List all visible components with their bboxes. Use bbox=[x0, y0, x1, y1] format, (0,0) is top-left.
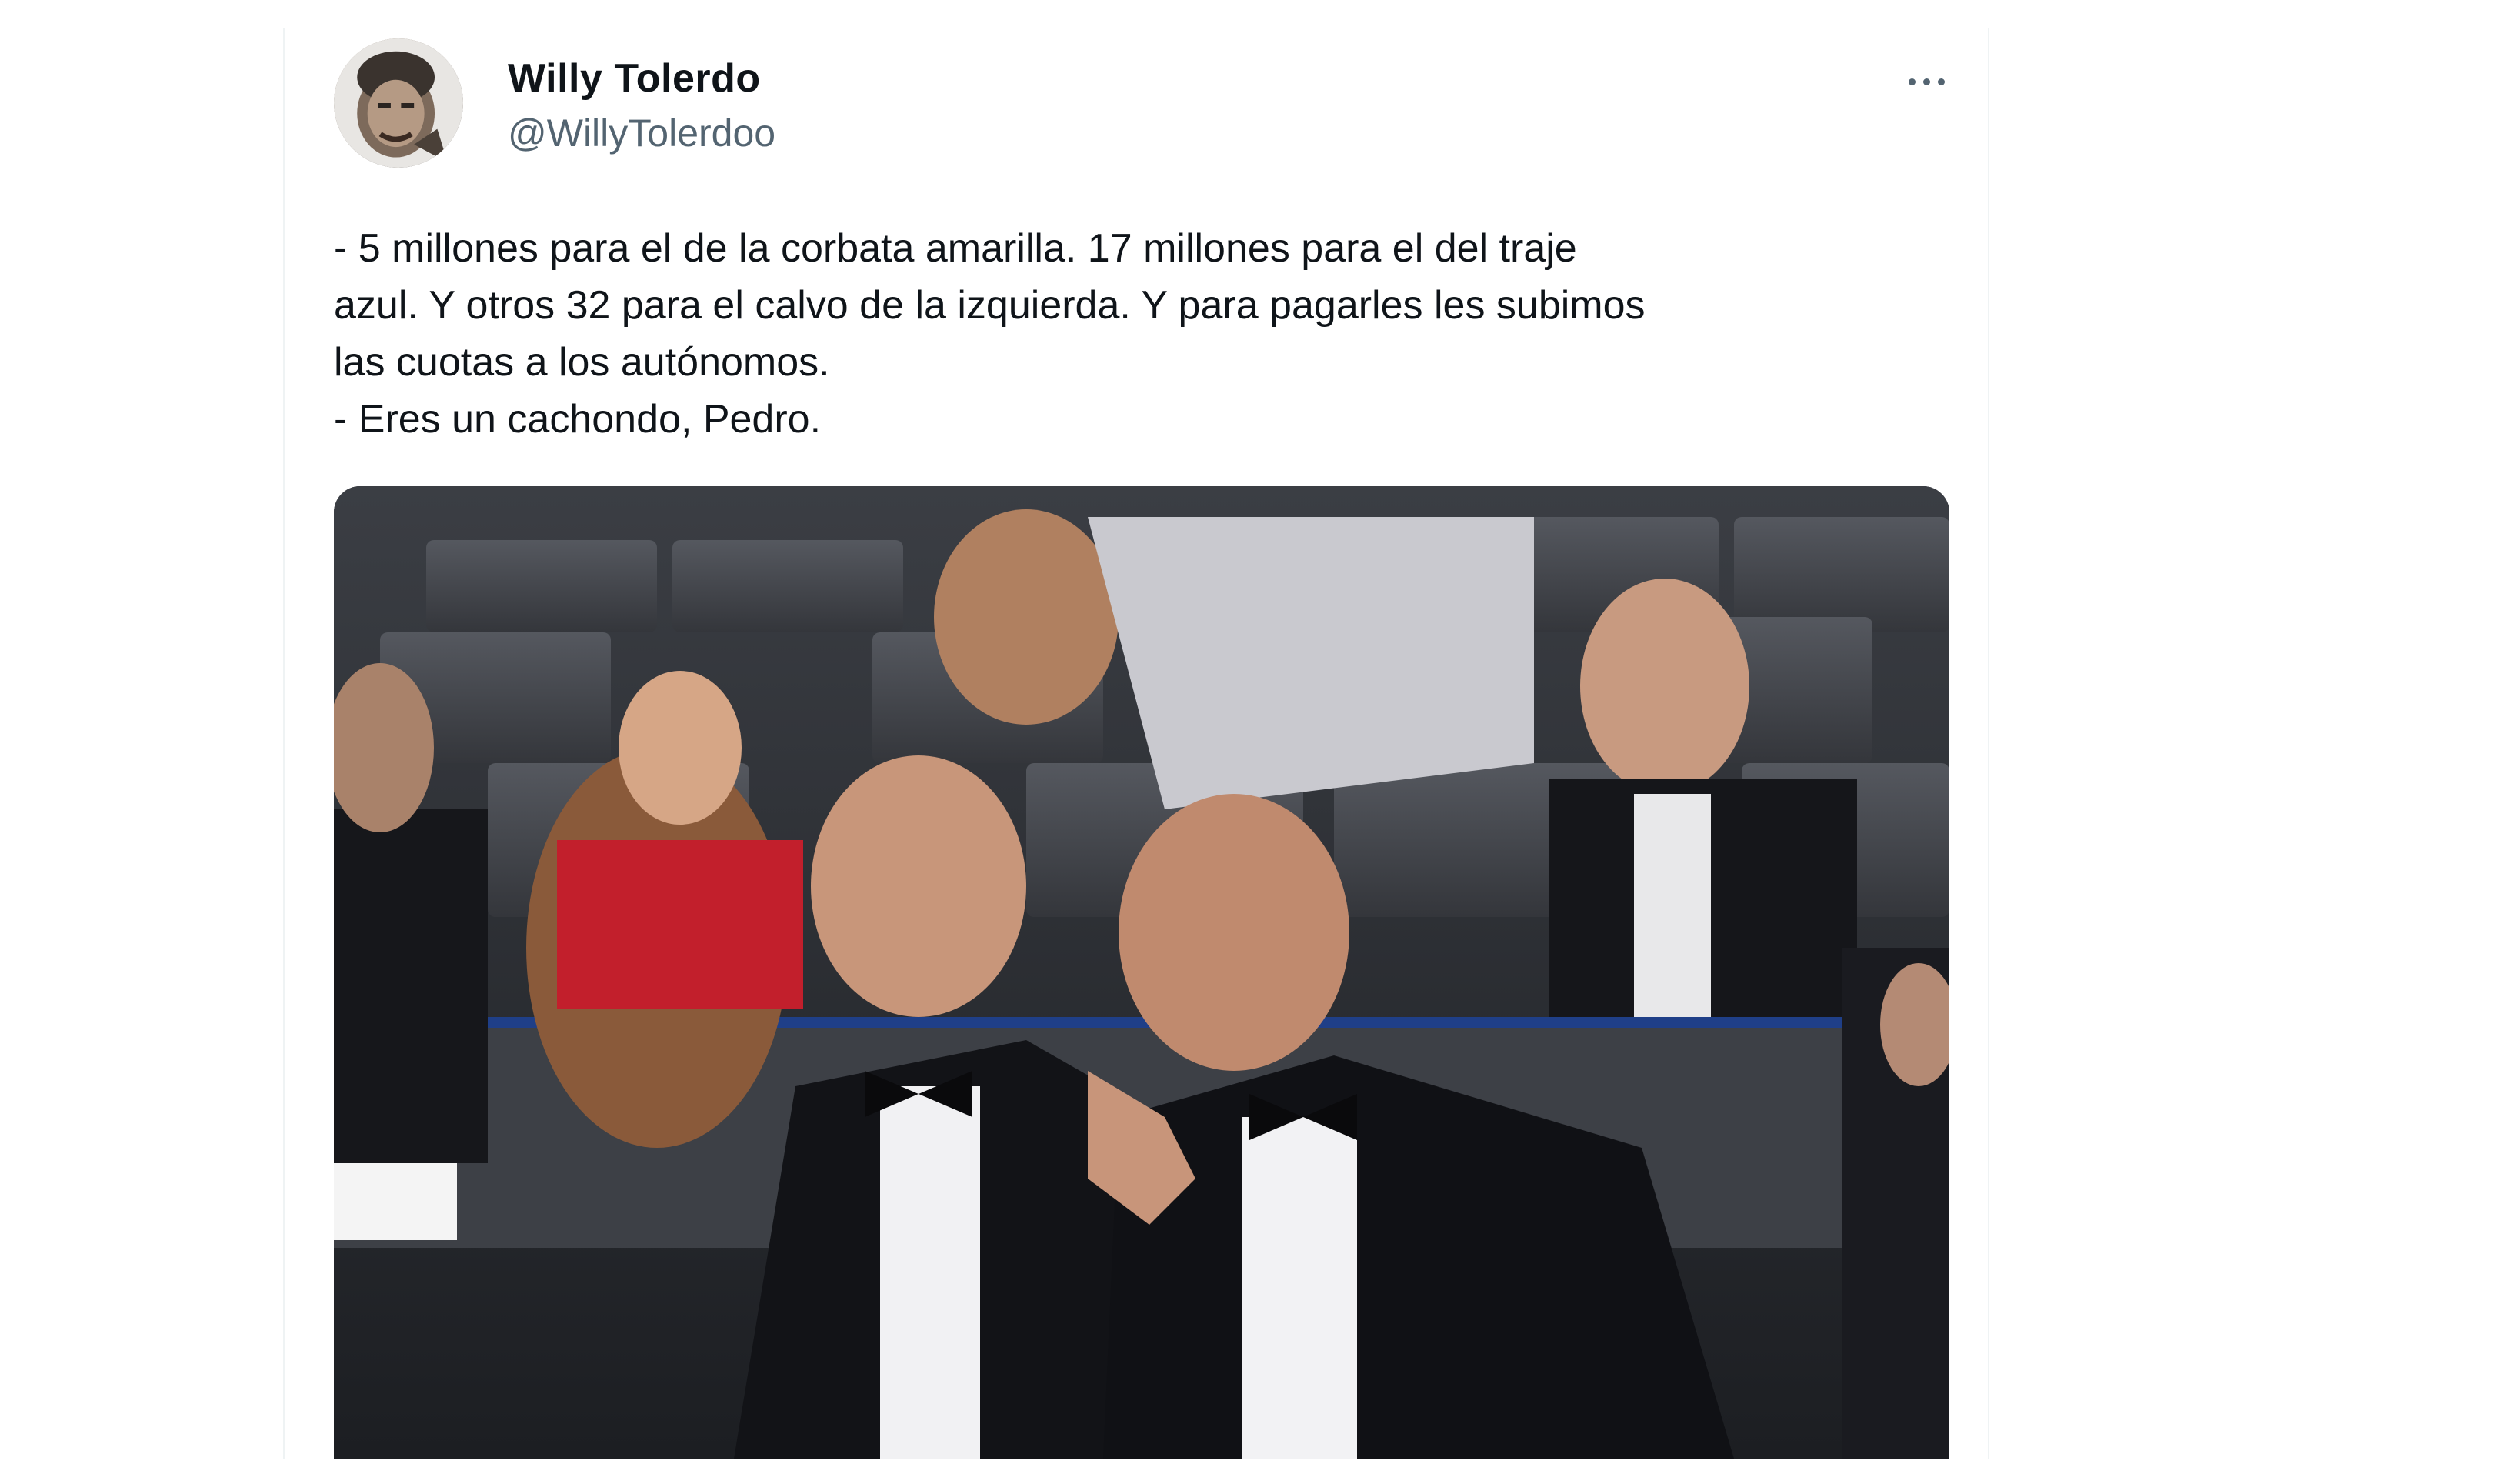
tweet-text: - 5 millones para el de la corbata amari… bbox=[334, 220, 1965, 448]
tweet-text-line: - Eres un cachondo, Pedro. bbox=[334, 397, 822, 442]
tweet-text-line: las cuotas a los autónomos. bbox=[334, 340, 830, 385]
author-avatar[interactable] bbox=[334, 38, 463, 168]
tweet-text-line: - 5 millones para el de la corbata amari… bbox=[334, 226, 1577, 271]
tweet-photo[interactable] bbox=[334, 486, 1949, 1459]
photo-theater-scene bbox=[334, 486, 1949, 1459]
tweet-text-line: azul. Y otros 32 para el calvo de la izq… bbox=[334, 283, 1646, 328]
more-horizontal-icon bbox=[1922, 78, 1930, 85]
more-horizontal-icon bbox=[1937, 78, 1945, 85]
more-horizontal-icon bbox=[1908, 78, 1916, 85]
author-handle[interactable]: @WillyTolerdoo bbox=[508, 111, 775, 155]
avatar-portrait bbox=[334, 38, 463, 168]
tweet-card[interactable]: Willy Tolerdo @WillyTolerdoo - 5 millone… bbox=[283, 28, 1989, 1459]
more-options-button[interactable] bbox=[1896, 58, 1957, 105]
author-name[interactable]: Willy Tolerdo bbox=[508, 55, 761, 102]
